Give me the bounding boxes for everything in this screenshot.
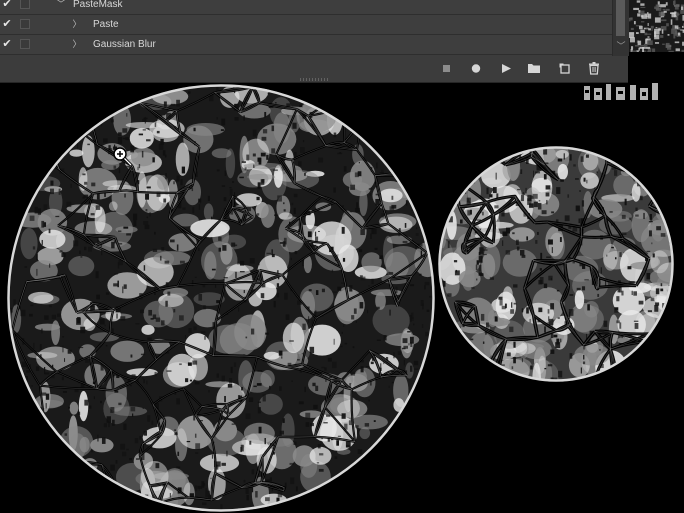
small-circle-texture	[438, 146, 674, 382]
play-icon	[502, 64, 511, 73]
new-action-icon	[559, 63, 570, 74]
trash-icon	[589, 62, 599, 75]
chevron-down-icon[interactable]: ﹀	[615, 40, 627, 52]
chevron-down-icon[interactable]: ﹀	[56, 0, 66, 14]
action-label: Paste	[93, 19, 119, 30]
new-action-button[interactable]	[556, 59, 574, 77]
record-button[interactable]	[467, 59, 485, 77]
chevron-right-icon[interactable]: 〉	[72, 35, 82, 54]
action-row-paste[interactable]: ✔ 〉 Paste	[0, 15, 612, 35]
actions-scrollbar[interactable]: ﹀	[612, 0, 629, 56]
actions-panel: ✔ ﹀ PasteMask ✔ 〉 Paste ✔ 〉 Gaussian Blu…	[0, 0, 629, 83]
play-button[interactable]	[497, 59, 515, 77]
stop-icon	[443, 65, 450, 72]
action-label: PasteMask	[73, 0, 123, 10]
scrollbar-thumb[interactable]	[616, 0, 625, 36]
photoshop-workspace: ✔ ﹀ PasteMask ✔ 〉 Paste ✔ 〉 Gaussian Blu…	[0, 0, 684, 513]
checkmark-icon[interactable]: ✔	[1, 15, 13, 34]
canvas-preview-thumbnail	[628, 0, 684, 52]
record-icon	[471, 64, 481, 73]
zoom-in-cursor	[112, 146, 134, 168]
actions-toolbar	[0, 57, 628, 79]
large-cracked-circle	[6, 84, 436, 512]
large-circle-texture	[7, 84, 435, 512]
folder-icon	[528, 64, 540, 73]
panel-resize-grip[interactable]	[300, 78, 328, 81]
stop-button[interactable]	[438, 59, 456, 77]
action-label: Gaussian Blur	[93, 39, 156, 50]
toggle-dialog-box[interactable]	[20, 19, 30, 29]
new-set-button[interactable]	[525, 59, 543, 77]
chevron-right-icon[interactable]: 〉	[72, 15, 82, 34]
small-cracked-circle	[438, 143, 674, 385]
toggle-dialog-box[interactable]	[20, 0, 30, 9]
delete-button[interactable]	[585, 59, 603, 77]
checkmark-icon[interactable]: ✔	[1, 35, 13, 54]
action-row-gaussian-blur[interactable]: ✔ 〉 Gaussian Blur	[0, 35, 612, 55]
action-row-pastemask[interactable]: ✔ ﹀ PasteMask	[0, 0, 612, 15]
toggle-dialog-box[interactable]	[20, 39, 30, 49]
zoom-in-icon	[113, 147, 133, 167]
checkmark-icon[interactable]: ✔	[1, 0, 13, 14]
